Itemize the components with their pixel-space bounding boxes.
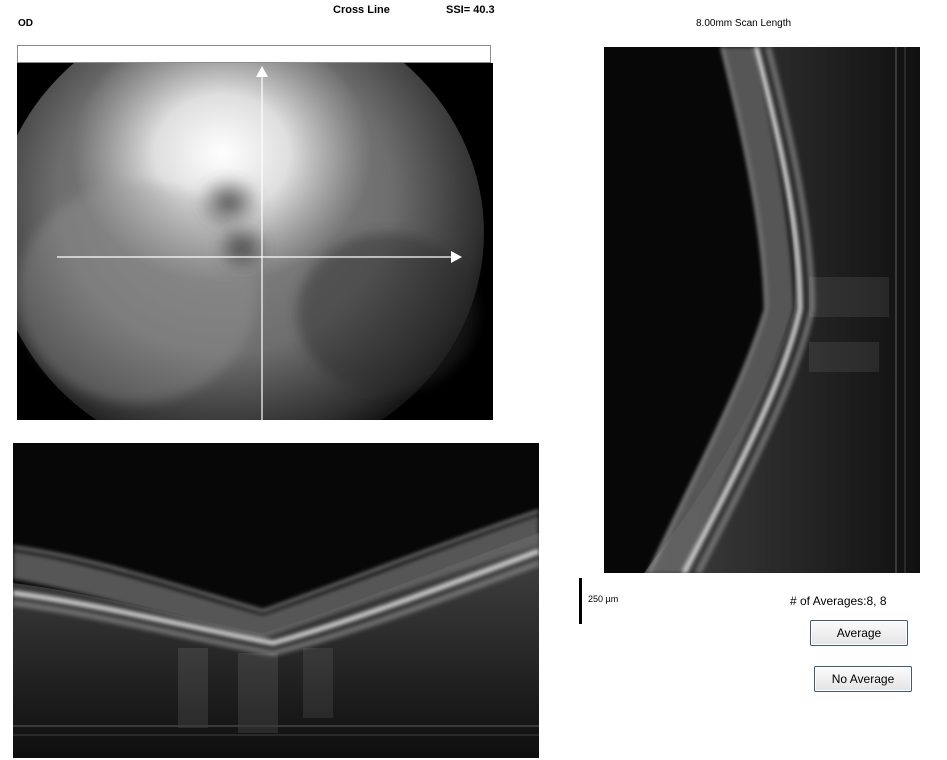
scan-type-title: Cross Line xyxy=(333,4,390,16)
averages-count-label: # of Averages:8, 8 xyxy=(790,594,887,608)
no-average-button[interactable]: No Average xyxy=(814,666,912,692)
average-button[interactable]: Average xyxy=(810,620,908,646)
vertical-bscan-svg xyxy=(604,47,920,573)
vertical-bscan-image[interactable] xyxy=(604,47,920,573)
eye-label: OD xyxy=(18,18,33,29)
scale-bar-label: 250 µm xyxy=(588,594,619,604)
fundus-svg xyxy=(17,63,493,420)
horizontal-bscan-image[interactable] xyxy=(13,443,539,758)
fundus-image[interactable] xyxy=(17,63,493,420)
scan-length-label: 8.00mm Scan Length xyxy=(696,18,792,29)
scale-bar xyxy=(579,578,582,624)
signal-strength-index: SSI= 40.3 xyxy=(446,4,495,16)
horizontal-bscan-svg xyxy=(13,443,539,758)
fundus-header-bar xyxy=(17,45,491,63)
